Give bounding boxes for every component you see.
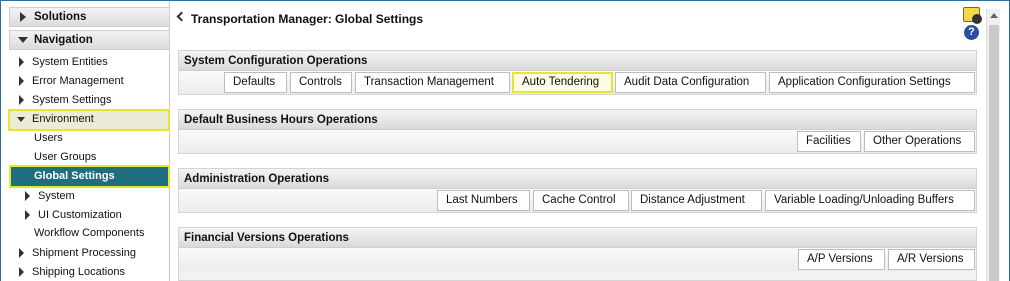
expand-right-icon (25, 210, 30, 220)
ap-versions-button[interactable]: A/P Versions (798, 249, 885, 270)
expand-right-icon (25, 191, 30, 201)
navigation-label: Navigation (34, 34, 93, 46)
help-icon[interactable]: ? (964, 25, 979, 40)
sidebar-item-label: Workflow Components (34, 227, 145, 239)
sidebar-item-ui-customization[interactable]: UI Customization (23, 206, 170, 225)
sidebar-item-workflow-components[interactable]: Workflow Components (34, 224, 144, 243)
sidebar-item-label: Users (34, 132, 63, 144)
highlight-frame (9, 165, 170, 188)
expand-right-icon (19, 248, 24, 258)
sidebar-item-shipping-locations[interactable]: Shipping Locations (9, 263, 170, 281)
scroll-thumb[interactable] (989, 25, 999, 281)
solutions-header[interactable]: Solutions (9, 7, 170, 27)
sidebar-item-system-settings[interactable]: System Settings (9, 91, 170, 110)
button-row: Facilities Other Operations (179, 130, 976, 153)
vertical-scrollbar[interactable] (986, 9, 1000, 281)
business-hours-panel: Default Business Hours Operations Facili… (178, 109, 977, 154)
sidebar-item-label: Error Management (32, 75, 124, 87)
transaction-management-button[interactable]: Transaction Management (355, 72, 510, 93)
button-row: A/P Versions A/R Versions (179, 248, 976, 271)
audit-data-configuration-button[interactable]: Audit Data Configuration (615, 72, 766, 93)
auto-tendering-button[interactable]: Auto Tendering (512, 72, 613, 93)
expand-right-icon (19, 95, 24, 105)
application-configuration-settings-button[interactable]: Application Configuration Settings (769, 72, 975, 93)
navigation-header[interactable]: Navigation (9, 30, 170, 50)
panel-title: Default Business Hours Operations (179, 110, 976, 130)
solutions-label: Solutions (34, 11, 87, 23)
sidebar-item-system[interactable]: System (23, 187, 170, 206)
collapse-down-icon (18, 37, 28, 43)
facilities-button[interactable]: Facilities (797, 131, 861, 152)
tool-icons: ? (963, 7, 982, 43)
button-row: Defaults Controls Transaction Management… (179, 71, 976, 94)
expand-right-icon (19, 57, 24, 67)
highlight-frame (8, 109, 170, 131)
financial-versions-panel: Financial Versions Operations A/P Versio… (178, 227, 977, 281)
cache-control-button[interactable]: Cache Control (533, 190, 629, 211)
variable-loading-unloading-buffers-button[interactable]: Variable Loading/Unloading Buffers (765, 190, 975, 211)
button-row: Last Numbers Cache Control Distance Adju… (179, 189, 976, 212)
sidebar-item-label: System (38, 190, 75, 202)
other-operations-button[interactable]: Other Operations (864, 131, 975, 152)
administration-panel: Administration Operations Last Numbers C… (178, 168, 977, 213)
sidebar-item-label: System Settings (32, 94, 112, 106)
sidebar-item-system-entities[interactable]: System Entities (9, 53, 170, 72)
sidebar: Solutions Navigation System Entities Err… (1, 1, 170, 281)
back-chevron-icon[interactable] (176, 11, 187, 22)
scroll-up-arrow-icon[interactable] (990, 13, 998, 18)
distance-adjustment-button[interactable]: Distance Adjustment (631, 190, 762, 211)
panel-title: Financial Versions Operations (179, 228, 976, 248)
last-numbers-button[interactable]: Last Numbers (437, 190, 530, 211)
defaults-button[interactable]: Defaults (224, 72, 287, 93)
sidebar-item-label: System Entities (32, 56, 108, 68)
ar-versions-button[interactable]: A/R Versions (888, 249, 975, 270)
expand-right-icon (19, 76, 24, 86)
panel-title: System Configuration Operations (179, 51, 976, 71)
sidebar-item-label: Shipping Locations (32, 266, 125, 278)
expand-right-icon (20, 12, 26, 22)
sidebar-item-label: Shipment Processing (32, 247, 136, 259)
page-title: Transportation Manager: Global Settings (191, 12, 424, 26)
panel-title: Administration Operations (179, 169, 976, 189)
sidebar-item-label: User Groups (34, 151, 97, 163)
gear-icon (972, 14, 982, 24)
sidebar-item-error-management[interactable]: Error Management (9, 72, 170, 91)
controls-button[interactable]: Controls (290, 72, 352, 93)
sidebar-item-shipment-processing[interactable]: Shipment Processing (9, 244, 170, 263)
expand-right-icon (19, 267, 24, 277)
main-content: Transportation Manager: Global Settings … (170, 1, 986, 281)
settings-config-icon[interactable] (963, 7, 982, 24)
system-configuration-panel: System Configuration Operations Defaults… (178, 50, 977, 95)
sidebar-item-label: UI Customization (38, 209, 122, 221)
sidebar-item-users[interactable]: Users (34, 129, 63, 148)
